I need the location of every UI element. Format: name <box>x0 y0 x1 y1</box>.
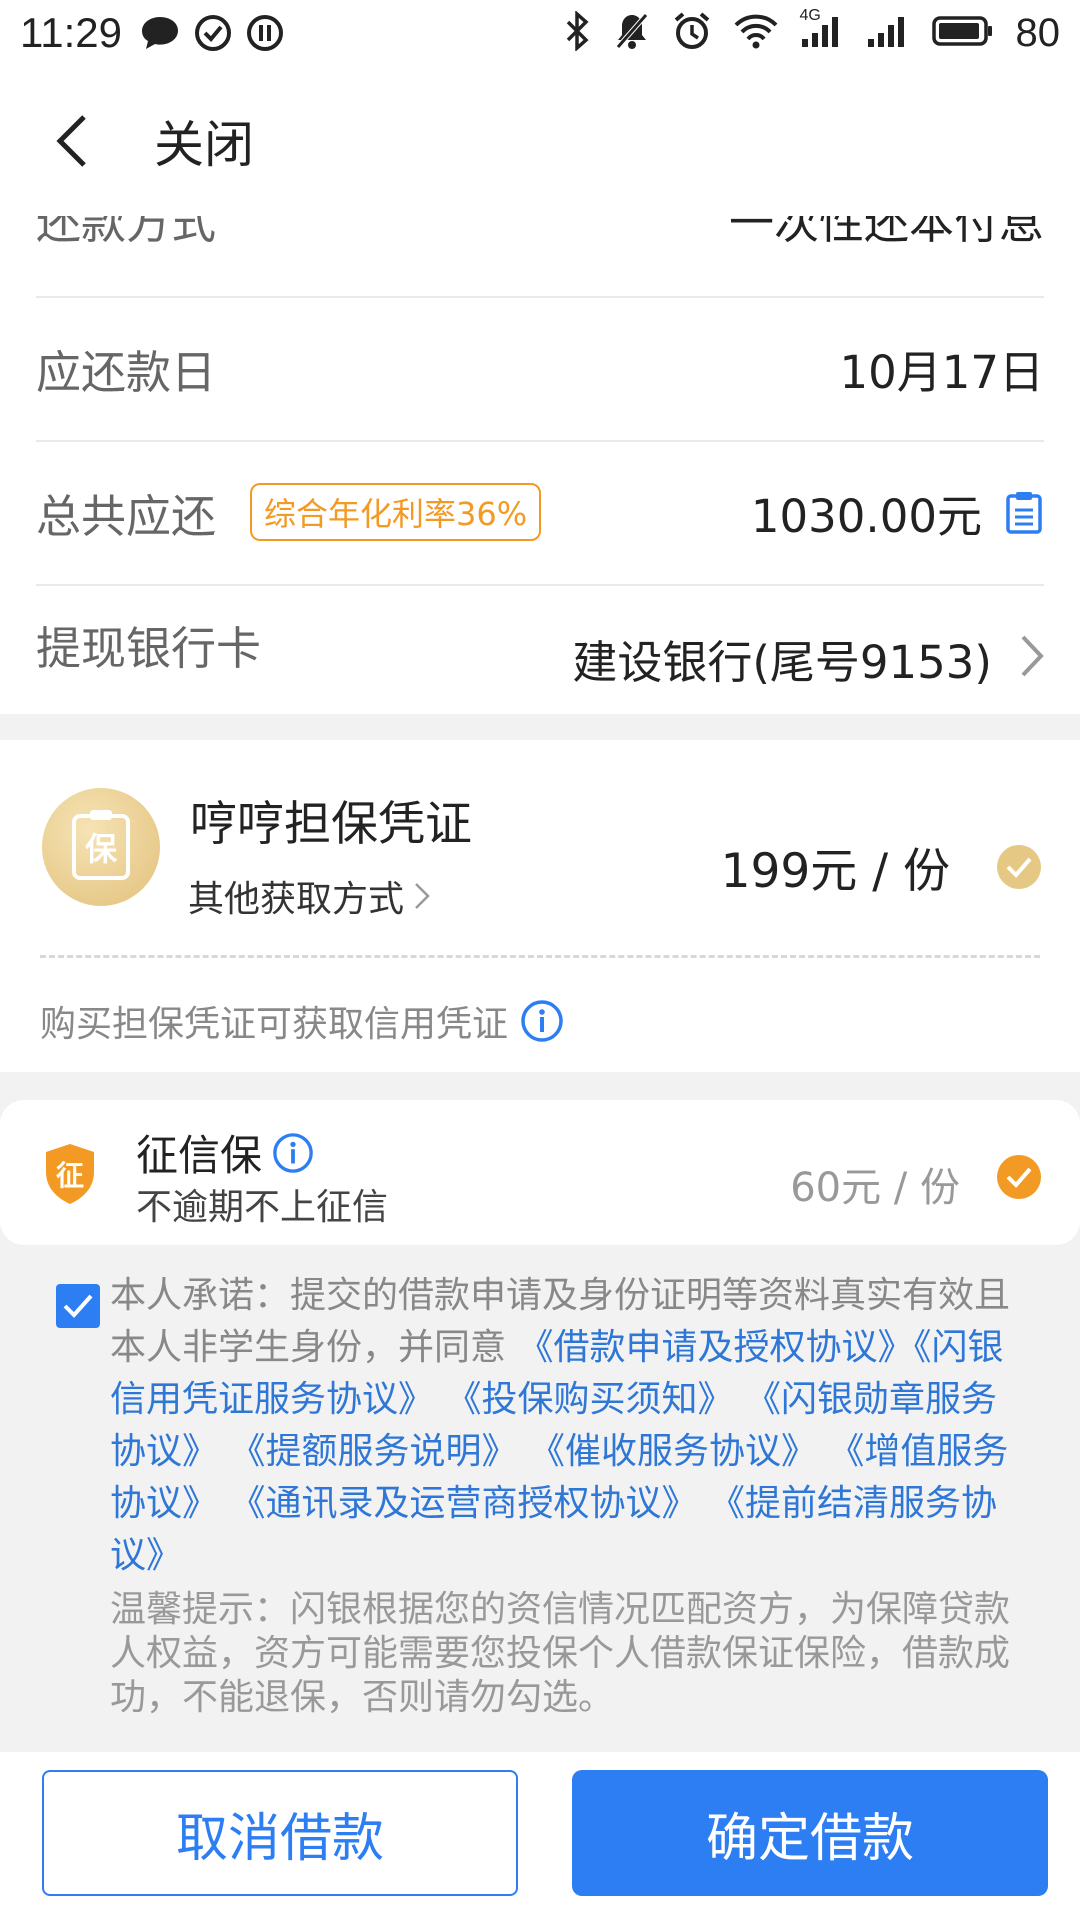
bank-card-label: 提现银行卡 <box>36 621 262 675</box>
due-date-label: 应还款日 <box>36 345 217 399</box>
guarantee-price: 199元 / 份 <box>720 844 950 899</box>
total-row: 总共应还 综合年化利率36% 1030.00元 <box>36 472 1044 552</box>
due-date-row: 应还款日 10月17日 <box>36 328 1044 408</box>
battery-level: 80 <box>1015 10 1061 55</box>
bank-card-row[interactable]: 提现银行卡 建设银行(尾号9153) <box>36 606 1044 696</box>
chevron-right-icon <box>415 883 430 909</box>
credit-insurance-check-icon[interactable] <box>996 1154 1042 1200</box>
agree-checkbox[interactable] <box>56 1284 100 1328</box>
guarantee-note-text: 购买担保凭证可获取信用凭证 <box>40 1004 509 1045</box>
other-ways-label: 其他获取方式 <box>188 879 405 920</box>
guarantee-note: 购买担保凭证可获取信用凭证 <box>40 995 564 1047</box>
confirm-loan-button[interactable]: 确定借款 <box>572 1770 1048 1896</box>
agreement-link[interactable]: 《借款申请及授权协议》 <box>517 1327 913 1368</box>
warm-tip: 温馨提示：闪银根据您的资信情况匹配资方，为保障贷款人权益，资方可能需要您投保个人… <box>110 1589 1011 1718</box>
agreement-section: 本人承诺：提交的借款申请及身份证明等资料真实有效且本人非学生身份，并同意 《借款… <box>56 1270 1016 1720</box>
chevron-left-icon <box>56 115 86 167</box>
chevron-right-icon <box>1020 634 1044 678</box>
divider <box>36 296 1044 298</box>
mute-bell-icon <box>614 11 650 55</box>
rate-tag: 综合年化利率36% <box>250 483 542 541</box>
message-icon <box>140 15 180 51</box>
due-date-value: 10月17日 <box>839 345 1044 399</box>
agreement-text: 本人承诺：提交的借款申请及身份证明等资料真实有效且本人非学生身份，并同意 《借款… <box>110 1270 1016 1582</box>
repay-method-label: 还款方式 <box>36 216 217 249</box>
agreement-link[interactable]: 《提额服务说明》 <box>229 1431 517 1472</box>
agreement-link[interactable]: 《催收服务协议》 <box>529 1431 817 1472</box>
network-label: 4G <box>799 7 821 24</box>
agreement-link[interactable]: 《投保购买须知》 <box>445 1379 733 1420</box>
status-bar: 11:29 4G 80 <box>0 0 1080 66</box>
status-time: 11:29 <box>20 9 122 56</box>
divider <box>36 584 1044 586</box>
divider <box>36 440 1044 442</box>
dashed-divider <box>40 955 1040 958</box>
close-button[interactable]: 关闭 <box>154 105 254 177</box>
back-button[interactable] <box>42 111 102 171</box>
alarm-icon <box>672 11 712 55</box>
credit-insurance-price: 60元 / 份 <box>790 1165 960 1211</box>
guarantee-icon-char: 保 <box>84 830 117 868</box>
clipboard-icon[interactable] <box>1004 490 1044 534</box>
nav-bar: 关闭 <box>0 66 1080 216</box>
loan-info-card: 还款方式 一次性还本付息 应还款日 10月17日 总共应还 综合年化利率36% … <box>0 216 1080 714</box>
credit-insurance-title: 征信保 <box>136 1131 263 1180</box>
signal-icon <box>866 13 910 53</box>
shield-icon-char: 征 <box>55 1159 84 1192</box>
bottom-action-bar: 取消借款 确定借款 <box>0 1752 1080 1920</box>
guarantee-title: 哼哼担保凭证 <box>190 797 472 852</box>
signal-4g-icon: 4G <box>800 7 844 53</box>
shield-icon: 征 <box>42 1142 98 1206</box>
total-label: 总共应还 <box>36 489 217 543</box>
total-value: 1030.00元 <box>750 489 982 543</box>
check-icon <box>63 1294 93 1318</box>
credit-insurance-title-row: 征信保 <box>136 1122 314 1183</box>
guarantee-badge-icon: 保 <box>42 788 160 906</box>
battery-icon <box>931 15 994 51</box>
repay-method-value: 一次性还本付息 <box>728 216 1044 249</box>
guarantee-check-icon[interactable] <box>996 844 1042 890</box>
agreement-link[interactable]: 《通讯录及运营商授权协议》 <box>229 1483 697 1524</box>
repay-method-row: 还款方式 一次性还本付息 <box>36 216 1044 249</box>
check-circle-icon <box>194 14 232 52</box>
guarantee-card: 保 哼哼担保凭证 其他获取方式 199元 / 份 购买担保凭证可获取信用凭证 <box>0 740 1080 1072</box>
bank-card-value: 建设银行(尾号9153) <box>572 635 992 689</box>
wifi-icon <box>734 13 778 53</box>
other-ways-link[interactable]: 其他获取方式 <box>188 870 430 922</box>
credit-insurance-subtitle: 不逾期不上征信 <box>136 1187 389 1228</box>
pause-circle-icon <box>246 14 284 52</box>
credit-insurance-card: 征 征信保 不逾期不上征信 60元 / 份 <box>0 1100 1080 1245</box>
info-icon[interactable] <box>272 1132 314 1174</box>
cancel-loan-button[interactable]: 取消借款 <box>42 1770 518 1896</box>
bluetooth-icon <box>564 10 592 55</box>
info-icon[interactable] <box>520 999 564 1043</box>
